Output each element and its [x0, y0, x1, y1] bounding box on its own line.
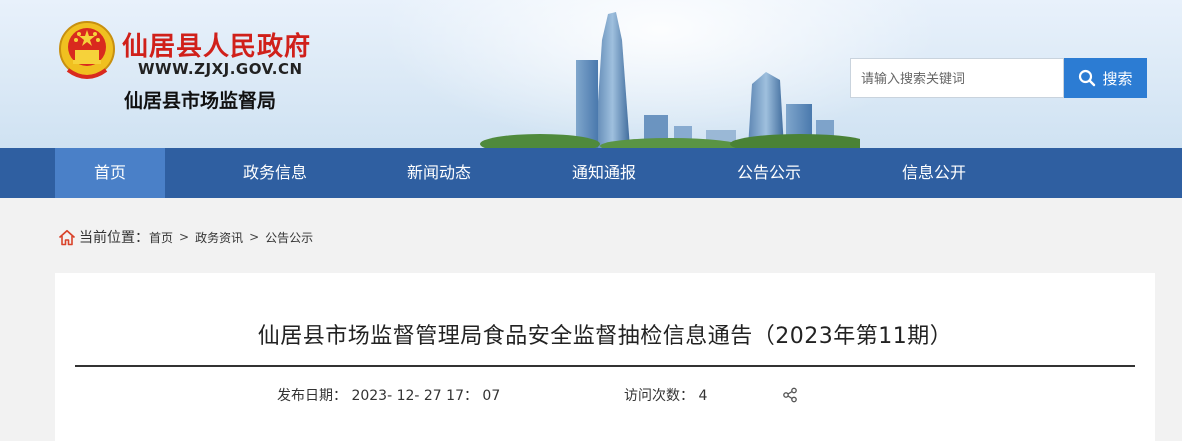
city-skyline-illustration — [480, 12, 860, 148]
search-button[interactable]: 搜索 — [1064, 58, 1147, 98]
title-divider — [75, 365, 1135, 367]
main-nav: 首页 政务信息 新闻动态 通知通报 公告公示 信息公开 — [0, 148, 1182, 198]
nav-item-info-disclosure[interactable]: 信息公开 — [879, 148, 989, 198]
visit-count-value: 4 — [698, 388, 708, 404]
publish-date-label: 发布日期： — [277, 388, 347, 404]
publish-date-value: 2023- 12- 27 17： 07 — [351, 388, 501, 404]
visit-count: 访问次数： 4 — [624, 385, 707, 405]
site-header: 仙居县人民政府 WWW.ZJXJ.GOV.CN 仙居县市场监督局 搜索 — [0, 0, 1182, 148]
nav-item-news[interactable]: 新闻动态 — [384, 148, 494, 198]
site-title: 仙居县人民政府 — [122, 32, 312, 62]
breadcrumb-separator: > — [179, 230, 190, 244]
national-emblem-icon — [59, 21, 115, 79]
breadcrumb-separator: > — [249, 230, 260, 244]
publish-date: 发布日期： 2023- 12- 27 17： 07 — [277, 385, 500, 405]
search-icon — [1079, 69, 1096, 87]
breadcrumb-government-news[interactable]: 政务资讯 — [195, 229, 243, 246]
nav-item-government-info[interactable]: 政务信息 — [220, 148, 330, 198]
nav-item-announcements[interactable]: 公告公示 — [714, 148, 824, 198]
breadcrumb-lead: 当前位置： — [79, 230, 149, 246]
search-button-label: 搜索 — [1102, 69, 1133, 88]
site-url: WWW.ZJXJ.GOV.CN — [138, 60, 303, 78]
article-title: 仙居县市场监督管理局食品安全监督抽检信息通告（2023年第11期） — [257, 324, 953, 349]
share-icon[interactable] — [782, 387, 798, 403]
nav-item-notices[interactable]: 通知通报 — [549, 148, 659, 198]
nav-item-home[interactable]: 首页 — [55, 148, 165, 198]
visit-count-label: 访问次数： — [624, 388, 694, 404]
article-card: 仙居县市场监督管理局食品安全监督抽检信息通告（2023年第11期） 发布日期： … — [55, 273, 1155, 441]
breadcrumb: 当前位置： 首页 > 政务资讯 > 公告公示 — [58, 226, 313, 248]
breadcrumb-home[interactable]: 首页 — [149, 229, 173, 246]
department-name: 仙居县市场监督局 — [124, 90, 277, 112]
search-input[interactable] — [850, 58, 1064, 98]
home-icon — [58, 229, 76, 245]
breadcrumb-announcements[interactable]: 公告公示 — [265, 229, 313, 246]
